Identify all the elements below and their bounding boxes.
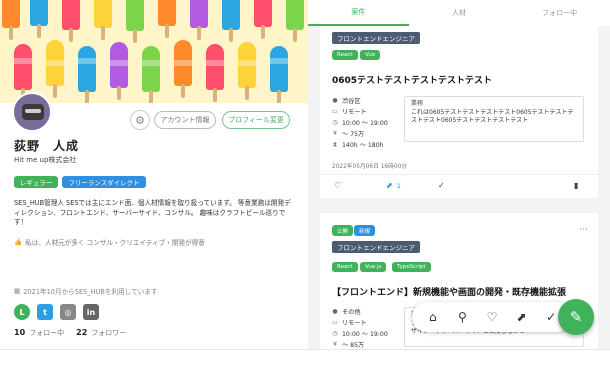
avatar[interactable] bbox=[12, 92, 52, 132]
tab-talent[interactable]: 人材 bbox=[409, 0, 510, 26]
interest-text: 私は、人材元が多く コンサル・クリエイティブ・開発が得意 bbox=[25, 239, 205, 247]
search-icon[interactable]: ⚲ bbox=[454, 309, 470, 325]
project-meta: ● その他 ▭ リモート ◷ 10:00 〜 19:00 ¥ 〜 85万 bbox=[332, 307, 388, 349]
price-icon: ¥ bbox=[333, 341, 337, 348]
more-icon[interactable]: ··· bbox=[579, 225, 588, 235]
stats-icon[interactable]: ▮ bbox=[574, 181, 578, 190]
clock-icon: ◷ bbox=[332, 330, 338, 337]
remote-icon: ▭ bbox=[332, 108, 338, 115]
share-icon: ⬈ bbox=[386, 181, 393, 190]
profile-interest: 👍 私は、人材元が多く コンサル・クリエイティブ・開発が得意 bbox=[14, 237, 205, 247]
feed-tabs: 案件 人材 フォロー中 bbox=[308, 0, 610, 26]
line-icon[interactable]: L bbox=[14, 304, 30, 320]
compose-button[interactable]: ✎ bbox=[558, 299, 594, 335]
project-time-range: 140h 〜 180h bbox=[342, 142, 384, 149]
robot-icon[interactable]: ⚙ bbox=[130, 110, 150, 130]
status-badge-new: 新規 bbox=[354, 225, 376, 236]
tag-regular: レギュラー bbox=[14, 176, 58, 188]
bottom-bar bbox=[0, 349, 610, 384]
skill-chip: Vue.js bbox=[360, 262, 387, 272]
category-label: フロントエンドエンジニア bbox=[332, 32, 420, 44]
profile-company: Hit me up株式会社 bbox=[14, 156, 77, 164]
share-button[interactable]: ⬈ 1 bbox=[386, 181, 401, 190]
project-price: 〜 75万 bbox=[342, 131, 365, 138]
project-title[interactable]: 0605テストテストテストテストテスト bbox=[332, 73, 492, 86]
skill-chip: React bbox=[332, 262, 358, 272]
status-badge-public: 公開 bbox=[332, 225, 354, 236]
category-label: フロントエンドエンジニア bbox=[332, 241, 420, 253]
thumbs-up-icon: 👍 bbox=[14, 238, 23, 246]
project-work-style: リモート bbox=[342, 320, 367, 327]
share-count: 1 bbox=[396, 181, 401, 190]
hourglass-icon: ⧗ bbox=[332, 140, 338, 148]
project-price: 〜 85万 bbox=[342, 342, 365, 349]
profile-edit-button[interactable]: プロフィール変更 bbox=[222, 111, 290, 129]
skill-chip: TypeScript bbox=[392, 262, 431, 272]
skill-chip: Vue bbox=[360, 50, 381, 60]
skill-chip: React bbox=[332, 50, 358, 60]
location-icon: ● bbox=[332, 97, 338, 104]
divider bbox=[320, 174, 598, 175]
cover-image bbox=[0, 0, 308, 103]
profile-bio: SES_HUB管理人 SESでは主にエンド面、個人材情報を取り扱っています。 等… bbox=[14, 199, 291, 227]
linkedin-icon[interactable]: in bbox=[83, 304, 99, 320]
following-label[interactable]: フォロー中 bbox=[29, 328, 64, 338]
pencil-icon: ✎ bbox=[569, 308, 583, 326]
heart-icon[interactable]: ♡ bbox=[334, 181, 341, 190]
project-card[interactable]: フロントエンドエンジニア React Vue 0605テストテストテストテストテ… bbox=[320, 26, 598, 198]
tab-projects[interactable]: 案件 bbox=[308, 0, 409, 26]
check-circle-icon[interactable]: ✓ bbox=[543, 309, 559, 325]
profile-since: ▦ 2021年10月からSES_HUBを利用しています bbox=[14, 286, 157, 296]
profile-panel: ⚙ アカウント情報 プロフィール変更 荻野 人成 Hit me up株式会社 レ… bbox=[0, 0, 308, 384]
external-link-icon[interactable]: ⬈ bbox=[514, 309, 530, 325]
since-text: 2021年10月からSES_HUBを利用しています bbox=[23, 288, 158, 296]
project-description: これは0605テストテストテストテスト0605テストテストテストテスト0605テ… bbox=[411, 109, 574, 124]
posted-date: 2022年05月06日 16時00分 bbox=[332, 164, 408, 170]
clock-icon: ◷ bbox=[332, 119, 338, 126]
followers-label[interactable]: フォロワー bbox=[91, 328, 126, 338]
account-info-button[interactable]: アカウント情報 bbox=[154, 111, 216, 129]
following-count[interactable]: 10 bbox=[14, 328, 25, 337]
project-location: その他 bbox=[342, 309, 361, 316]
tab-following[interactable]: フォロー中 bbox=[509, 0, 610, 26]
project-title[interactable]: 【フロントエンド】新規機能や画面の開発・既存機能拡張 bbox=[332, 285, 584, 298]
follow-stats: 10 フォロー中 22 フォロワー bbox=[14, 328, 126, 338]
project-work-style: リモート bbox=[342, 109, 367, 116]
heart-icon[interactable]: ♡ bbox=[484, 309, 500, 325]
tag-freelance-direct: フリーランスダイレクト bbox=[62, 176, 146, 188]
remote-icon: ▭ bbox=[332, 319, 338, 326]
profile-name: 荻野 人成 bbox=[14, 139, 80, 153]
project-meta: ● 渋谷区 ▭ リモート ◷ 10:00 〜 19:00 ¥ 〜 75万 ⧗ 140h 〜… bbox=[332, 96, 388, 149]
project-hours: 10:00 〜 19:00 bbox=[342, 331, 388, 338]
project-description-box: 業務 これは0605テストテストテストテスト0605テストテストテストテスト06… bbox=[404, 96, 584, 142]
project-hours: 10:00 〜 19:00 bbox=[342, 120, 388, 127]
instagram-icon[interactable]: ◎ bbox=[60, 304, 76, 320]
social-links: L t ◎ in bbox=[14, 304, 99, 320]
price-icon: ¥ bbox=[333, 130, 337, 137]
floating-nav: ⌂ ⚲ ♡ ⬈ ✓ bbox=[412, 302, 572, 332]
home-icon[interactable]: ⌂ bbox=[425, 309, 441, 325]
description-label: 業務 bbox=[411, 100, 424, 107]
location-icon: ● bbox=[332, 308, 338, 315]
check-icon[interactable]: ✓ bbox=[438, 181, 445, 190]
calendar-icon: ▦ bbox=[14, 287, 21, 295]
twitter-icon[interactable]: t bbox=[37, 304, 53, 320]
followers-count[interactable]: 22 bbox=[76, 328, 87, 337]
project-location: 渋谷区 bbox=[342, 98, 361, 105]
